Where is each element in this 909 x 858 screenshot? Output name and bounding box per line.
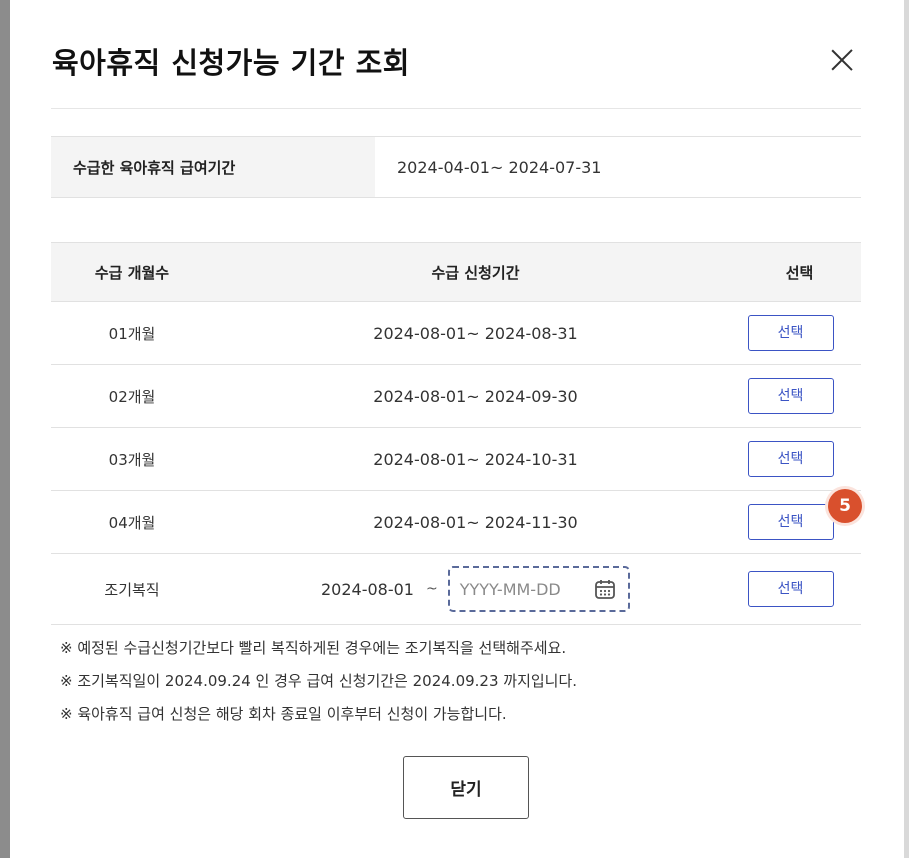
notes: ※ 예정된 수급신청기간보다 빨리 복직하게된 경우에는 조기복직을 선택해주세… — [60, 636, 577, 735]
row-period: 2024-08-01~ 2024-10-31 — [373, 449, 578, 469]
early-return-label: 조기복직 — [104, 580, 160, 599]
received-period-label: 수급한 육아휴직 급여기간 — [51, 137, 375, 197]
received-period-value: 2024-04-01~ 2024-07-31 — [397, 157, 602, 177]
note-text: ※ 조기복직일이 2024.09.24 인 경우 급여 신청기간은 2024.0… — [60, 672, 578, 690]
select-button[interactable]: 선택 — [747, 378, 834, 414]
early-start-date: 2024-08-01 — [321, 579, 414, 599]
table-row: 03개월 2024-08-01~ 2024-10-31 선택 — [51, 428, 861, 491]
header-select: 선택 — [785, 263, 814, 282]
header-period: 수급 신청기간 — [431, 263, 520, 282]
close-button[interactable]: 닫기 — [403, 756, 529, 819]
inquiry-modal: 육아휴직 신청가능 기간 조회 수급한 육아휴직 급여기간 2024-04-01… — [10, 0, 904, 858]
header-months: 수급 개월수 — [94, 263, 170, 282]
row-months: 03개월 — [108, 450, 156, 469]
table-row: 02개월 2024-08-01~ 2024-09-30 선택 — [51, 365, 861, 428]
calendar-icon[interactable] — [594, 578, 616, 600]
early-select-button[interactable]: 선택 — [747, 571, 834, 607]
tilde-separator: ~ — [425, 581, 438, 597]
close-icon[interactable] — [826, 44, 858, 76]
select-button[interactable]: 선택 — [747, 441, 834, 477]
early-return-period: 2024-08-01 ~ YYYY-MM-DD — [213, 566, 738, 612]
row-period: 2024-08-01~ 2024-08-31 — [373, 323, 578, 343]
title-divider — [51, 108, 861, 109]
table-row: 01개월 2024-08-01~ 2024-08-31 선택 — [51, 302, 861, 365]
period-table: 수급 개월수 수급 신청기간 선택 01개월 2024-08-01~ 2024-… — [51, 242, 861, 625]
return-date-input[interactable]: YYYY-MM-DD — [447, 566, 630, 612]
row-months: 01개월 — [108, 324, 156, 343]
table-row: 04개월 2024-08-01~ 2024-11-30 선택 — [51, 491, 861, 554]
early-return-row: 조기복직 2024-08-01 ~ YYYY-MM-DD 선택 — [51, 554, 861, 625]
step-badge: 5 — [828, 489, 862, 523]
row-months: 04개월 — [108, 513, 156, 532]
received-period-box: 수급한 육아휴직 급여기간 2024-04-01~ 2024-07-31 — [51, 136, 861, 198]
note-text: ※ 예정된 수급신청기간보다 빨리 복직하게된 경우에는 조기복직을 선택해주세… — [60, 639, 567, 657]
row-months: 02개월 — [108, 387, 156, 406]
row-period: 2024-08-01~ 2024-09-30 — [373, 386, 578, 406]
note-text: ※ 육아휴직 급여 신청은 해당 회차 종료일 이후부터 신청이 가능합니다. — [60, 705, 507, 723]
select-button[interactable]: 선택 — [747, 504, 834, 540]
row-period: 2024-08-01~ 2024-11-30 — [373, 512, 578, 532]
select-button[interactable]: 선택 — [747, 315, 834, 351]
date-placeholder: YYYY-MM-DD — [459, 579, 561, 599]
modal-title: 육아휴직 신청가능 기간 조회 — [52, 46, 410, 80]
table-header: 수급 개월수 수급 신청기간 선택 — [51, 242, 861, 302]
